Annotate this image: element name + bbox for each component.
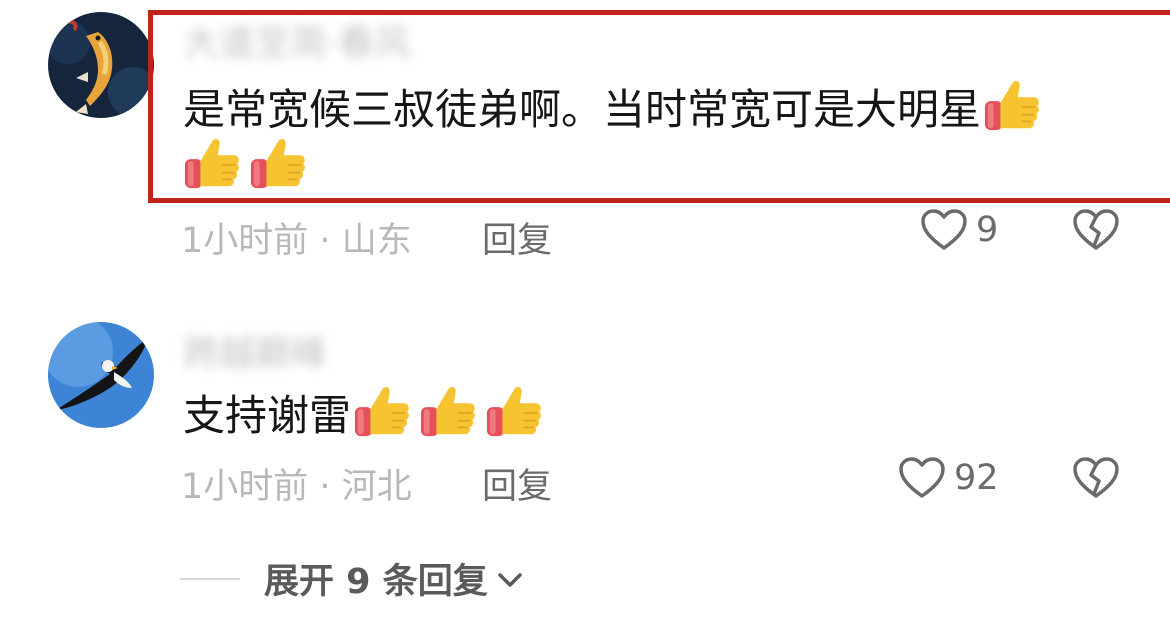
meta-separator: · [319, 467, 331, 507]
comment-location: 河北 [341, 467, 412, 507]
comment-meta: 1小时前 · 河北 [181, 458, 412, 509]
comment-text-line: 支持谢雷 [183, 391, 352, 440]
expand-replies-label: 展开 9 条回复 [264, 562, 488, 602]
reply-button[interactable]: 回复 [482, 458, 552, 509]
comment-time: 1小时前 [181, 467, 309, 507]
divider-line [180, 577, 240, 580]
eagle-avatar[interactable] [48, 322, 154, 428]
comment-text: 支持谢雷 [183, 382, 551, 455]
thumbs-up-icon [485, 382, 543, 440]
thumbs-up-emoji-group [353, 382, 551, 455]
expand-replies-button[interactable]: 展开 9 条回复 [180, 553, 524, 604]
comment-item: 跨越巅峰 支持谢雷 1小时前 · 河北 回复 92 [0, 0, 1170, 520]
thumbs-up-icon [353, 382, 411, 440]
heart-icon [898, 456, 946, 500]
thumbs-up-icon [419, 382, 477, 440]
dislike-button[interactable] [1072, 456, 1120, 504]
like-count: 92 [954, 458, 999, 498]
comment-username[interactable]: 跨越巅峰 [183, 324, 327, 376]
broken-heart-icon [1072, 456, 1120, 500]
like-button[interactable]: 92 [898, 456, 999, 500]
chevron-down-icon [497, 572, 522, 587]
